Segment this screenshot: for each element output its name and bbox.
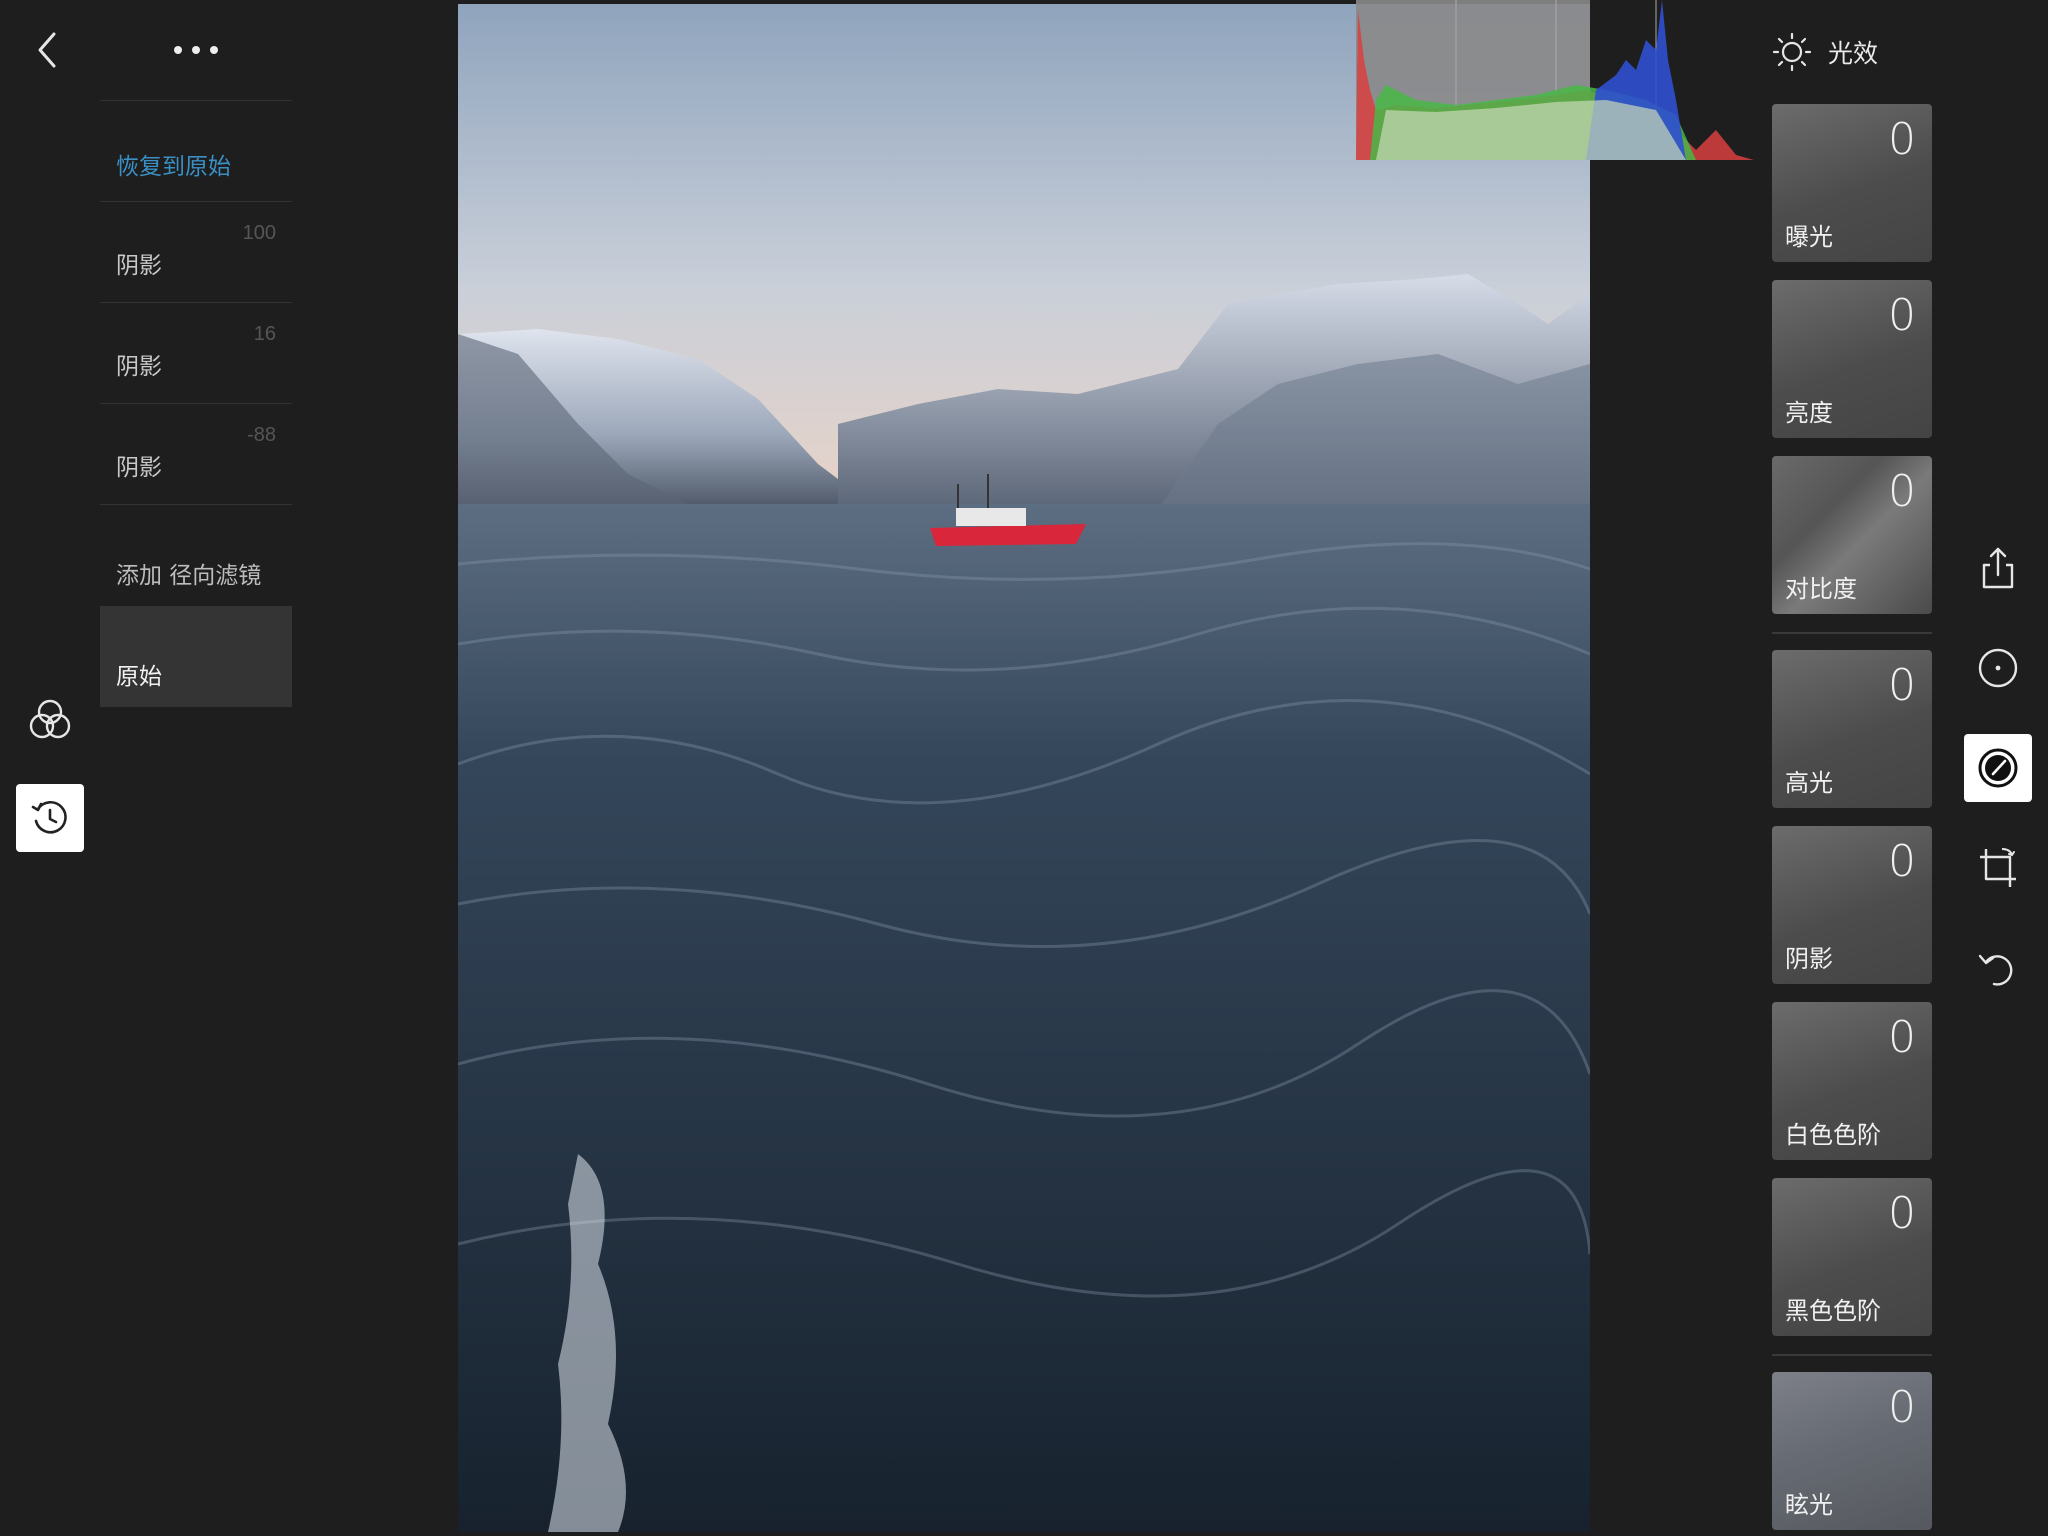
chevron-left-icon	[38, 32, 56, 68]
adjustment-value: 0	[1888, 290, 1916, 341]
highlights-slider-card[interactable]: 0 高光	[1772, 650, 1932, 808]
add-radial-filter-item[interactable]: 添加 径向滤镜	[100, 505, 292, 606]
overlapping-circles-icon	[29, 699, 71, 739]
adjustment-name: 高光	[1785, 769, 1833, 797]
adjustment-value: 0	[1888, 1382, 1916, 1433]
adjustment-name: 对比度	[1785, 575, 1857, 603]
panel-divider	[1772, 1354, 1932, 1356]
adjustment-value: 0	[1888, 660, 1916, 711]
history-item[interactable]: 16 阴影	[100, 303, 292, 404]
radial-tool-button[interactable]	[1964, 634, 2032, 702]
restore-original-item[interactable]: 恢复到原始	[100, 101, 292, 202]
adjustment-value: 0	[1888, 1188, 1916, 1239]
light-dial-icon	[1978, 748, 2018, 788]
share-icon	[1982, 547, 2014, 589]
crop-rotate-icon	[1980, 848, 2016, 887]
history-item-label: 阴影	[116, 455, 162, 481]
history-clock-icon	[31, 800, 67, 834]
more-button[interactable]	[168, 36, 224, 64]
glare-slider-card[interactable]: 0 眩光	[1772, 1372, 1932, 1530]
filters-tool-button[interactable]	[26, 696, 74, 744]
light-tool-button[interactable]	[1964, 734, 2032, 802]
history-tool-button[interactable]	[16, 784, 84, 852]
adjustment-name: 亮度	[1785, 399, 1833, 427]
add-radial-filter-label: 添加 径向滤镜	[116, 563, 262, 589]
panel-title: 光效	[1772, 30, 1878, 74]
adjustment-name: 白色色阶	[1785, 1121, 1881, 1149]
history-item-label: 阴影	[116, 253, 162, 279]
adjustment-name: 黑色色阶	[1785, 1297, 1881, 1325]
contrast-slider-card[interactable]: 0 对比度	[1772, 456, 1932, 614]
blacks-slider-card[interactable]: 0 黑色色阶	[1772, 1178, 1932, 1336]
history-item-label: 阴影	[116, 354, 162, 380]
adjustment-value: 0	[1888, 466, 1916, 517]
adjustment-value: 0	[1888, 114, 1916, 165]
back-button[interactable]	[30, 28, 70, 72]
undo-button[interactable]	[1964, 934, 2032, 1002]
history-item-value: -88	[247, 424, 276, 446]
undo-icon	[1978, 954, 2013, 986]
panel-title-text: 光效	[1828, 39, 1879, 68]
panel-divider	[1772, 632, 1932, 634]
share-button[interactable]	[1964, 534, 2032, 602]
more-dots-icon	[174, 46, 218, 54]
original-item[interactable]: 原始	[100, 606, 292, 707]
radial-dot-icon	[1978, 648, 2018, 688]
photo-canvas[interactable]	[458, 4, 1590, 1532]
adjustment-name: 阴影	[1785, 945, 1833, 973]
adjustment-name: 眩光	[1785, 1491, 1833, 1519]
shadows-slider-card[interactable]: 0 阴影	[1772, 826, 1932, 984]
photo-image	[458, 4, 1590, 1532]
history-item-value: 16	[253, 323, 276, 345]
whites-slider-card[interactable]: 0 白色色阶	[1772, 1002, 1932, 1160]
sun-icon	[1772, 32, 1812, 72]
adjustment-value: 0	[1888, 1012, 1916, 1063]
history-item-value: 100	[242, 222, 276, 244]
exposure-slider-card[interactable]: 0 曝光	[1772, 104, 1932, 262]
original-label: 原始	[116, 664, 162, 690]
history-item[interactable]: -88 阴影	[100, 404, 292, 505]
brightness-slider-card[interactable]: 0 亮度	[1772, 280, 1932, 438]
crop-tool-button[interactable]	[1964, 834, 2032, 902]
restore-original-label: 恢复到原始	[116, 154, 231, 180]
adjustment-name: 曝光	[1785, 223, 1833, 251]
history-panel: 恢复到原始 100 阴影 16 阴影 -88 阴影 添加 径向滤镜 原始	[100, 100, 292, 707]
adjustment-value: 0	[1888, 836, 1916, 887]
history-item[interactable]: 100 阴影	[100, 202, 292, 303]
histogram	[1356, 0, 1754, 160]
